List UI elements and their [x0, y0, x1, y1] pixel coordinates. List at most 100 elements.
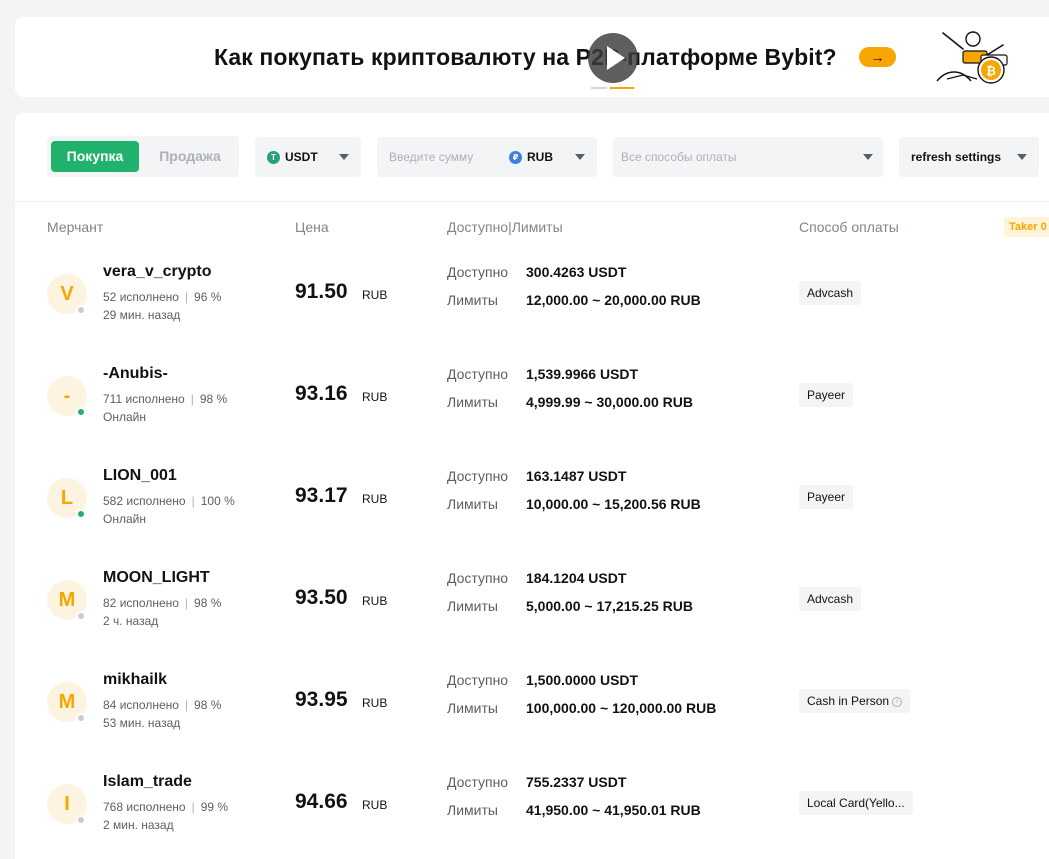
price-currency: RUB [362, 594, 388, 608]
table-row: I Islam_trade 768 исполнено | 99 % 2 мин. … [15, 754, 1049, 856]
price-currency: RUB [362, 696, 388, 710]
available-label: Доступно [447, 672, 509, 688]
available-label: Доступно [447, 774, 509, 790]
stats-separator: | [190, 392, 194, 406]
merchant-name[interactable]: -Anubis- [103, 365, 168, 383]
stats-separator: | [191, 800, 195, 814]
available-label: Доступно [447, 468, 509, 484]
orders-label: исполнено [126, 800, 186, 814]
price-currency: RUB [362, 492, 388, 506]
status-dot [76, 815, 86, 825]
table-row: L LION_001 582 исполнено | 100 % Онлайн 93… [15, 448, 1049, 550]
merchant-name[interactable]: Islam_trade [103, 773, 192, 791]
payment-method-name: Cash in Person [807, 694, 890, 708]
status-dot [76, 611, 86, 621]
fiat-currency-value: RUB [527, 150, 553, 164]
limits-label: Лимиты [447, 598, 498, 614]
orders-count: 52 [103, 290, 117, 304]
last-seen: 2 мин. назад [103, 818, 174, 832]
tab-sell[interactable]: Продажа [143, 141, 237, 172]
stats-separator: | [191, 494, 195, 508]
limits-label: Лимиты [447, 700, 498, 716]
table-row: V vera_v_crypto 52 исполнено | 96 % 29 мин… [15, 244, 1049, 346]
stats-separator: | [184, 698, 189, 712]
merchant-stats: 711 исполнено | 98 % [103, 392, 227, 406]
merchant-name[interactable]: mikhailk [103, 671, 167, 689]
merchant-stats: 768 исполнено | 99 % [103, 800, 228, 814]
payment-method-tag: Local Card(Yello... [799, 791, 913, 815]
orders-count: 768 [103, 800, 124, 814]
payment-method-select[interactable]: Все способы оплаты [613, 137, 883, 177]
merchant-stats: 52 исполнено | 96 % [103, 290, 221, 304]
orders-label: исполнено [119, 290, 179, 304]
promo-banner[interactable]: Как покупать криптовалюту на P2P-платфор… [15, 17, 1049, 97]
payment-method-name: Payeer [807, 490, 846, 504]
merchant-name[interactable]: MOON_LIGHT [103, 569, 210, 587]
caret-down-icon [339, 154, 349, 160]
orders-count: 82 [103, 596, 117, 610]
arrow-right-icon[interactable]: → [859, 47, 896, 67]
last-seen: Онлайн [103, 410, 146, 424]
tether-coin-icon: T [267, 151, 280, 164]
status-dot [76, 509, 86, 519]
info-icon[interactable]: i [892, 696, 903, 707]
available-value: 1,539.9966 USDT [526, 366, 639, 382]
refresh-settings-select[interactable]: refresh settings [899, 137, 1039, 177]
orders-count: 711 [103, 392, 123, 406]
refresh-settings-label: refresh settings [911, 150, 1002, 164]
payment-method-tag: Cash in Person i [799, 689, 911, 713]
available-value: 184.1204 USDT [526, 570, 627, 586]
status-dot [76, 407, 86, 417]
token-select[interactable]: T USDT [255, 137, 361, 177]
table-row: M mikhailk 84 исполнено | 98 % 53 мин. наз… [15, 652, 1049, 754]
caret-down-icon[interactable] [575, 154, 585, 160]
header-payment-method: Способ оплаты [799, 219, 899, 235]
play-icon[interactable] [588, 33, 638, 83]
last-seen: 53 мин. назад [103, 716, 181, 730]
banner-title: Как покупать криптовалюту на P2P-платфор… [214, 44, 837, 70]
status-dot [76, 713, 86, 723]
available-label: Доступно [447, 264, 509, 280]
completion-rate: 98 % [199, 392, 228, 406]
bitcoin-illustration-icon: ₿ [936, 31, 1008, 84]
merchant-name[interactable]: vera_v_crypto [103, 263, 212, 281]
carousel-dot[interactable] [591, 87, 607, 89]
payment-method-name: Payeer [807, 388, 846, 402]
price-currency: RUB [362, 288, 388, 302]
svg-text:₿: ₿ [986, 64, 996, 78]
price-value: 93.50 [295, 586, 348, 609]
price-value: 93.17 [295, 484, 348, 507]
header-price: Цена [295, 219, 329, 235]
limits-label: Лимиты [447, 292, 498, 308]
last-seen: Онлайн [103, 512, 146, 526]
caret-down-icon [1017, 154, 1027, 160]
header-available-limits: Доступно|Лимиты [447, 219, 563, 235]
stats-separator: | [184, 596, 189, 610]
price-currency: RUB [362, 390, 388, 404]
price-currency: RUB [362, 798, 388, 812]
available-value: 1,500.0000 USDT [526, 672, 639, 688]
orders-count: 582 [103, 494, 124, 508]
available-value: 755.2337 USDT [526, 774, 627, 790]
ruble-coin-icon: ₽ [509, 151, 522, 164]
completion-rate: 98 % [194, 596, 222, 610]
limits-value: 12,000.00 ~ 20,000.00 RUB [526, 292, 701, 308]
payment-method-placeholder: Все способы оплаты [621, 150, 737, 164]
limits-value: 10,000.00 ~ 15,200.56 RUB [526, 496, 701, 512]
completion-rate: 99 % [200, 800, 229, 814]
price-value: 94.66 [295, 790, 348, 813]
merchant-name[interactable]: LION_001 [103, 467, 177, 485]
amount-field[interactable]: ₽ RUB [377, 137, 597, 177]
carousel-dot-active[interactable] [610, 87, 634, 89]
merchant-stats: 84 исполнено | 98 % [103, 698, 221, 712]
completion-rate: 98 % [194, 698, 222, 712]
divider [15, 201, 1049, 202]
payment-method-tag: Advcash [799, 281, 862, 305]
taker-fee-badge: Taker 0 Fee [1004, 217, 1049, 237]
completion-rate: 100 % [200, 494, 235, 508]
caret-down-icon [863, 154, 873, 160]
payment-method-tag: Payeer [799, 383, 854, 407]
orders-label: исполнено [126, 494, 186, 508]
tab-buy[interactable]: Покупка [51, 141, 139, 172]
amount-input[interactable] [389, 149, 509, 165]
